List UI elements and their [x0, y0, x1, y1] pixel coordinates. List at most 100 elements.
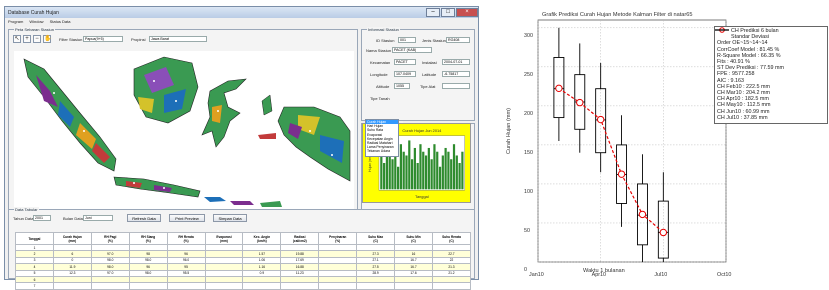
month-select[interactable]: Juni — [83, 215, 113, 221]
tipe-alat-label: Tipe Alat — [420, 84, 436, 89]
mini-bar — [408, 140, 411, 190]
station-id-field[interactable]: 001 — [398, 37, 416, 43]
mini-bar — [441, 155, 444, 190]
mini-bar — [450, 159, 453, 190]
column-header[interactable]: Penyinaran (%) — [318, 232, 358, 245]
mini-bar — [461, 151, 464, 190]
app-window: Database Curah Hujan – □ × Program Windo… — [4, 6, 479, 290]
tipe-tanah-label: Tipe Tanah — [370, 96, 390, 101]
y-tick-label: 250 — [524, 71, 533, 78]
table-cell[interactable] — [52, 282, 92, 290]
mini-chart-title: Curah Hujan Jun 2014 — [402, 128, 442, 133]
station-id-label: ID Stasiun — [376, 38, 395, 43]
print-preview-button[interactable]: Print Preview — [169, 214, 205, 222]
column-header[interactable]: Suhu Min (C) — [394, 232, 433, 245]
kecamatan-field[interactable]: PACET — [394, 59, 416, 65]
prediction-point — [596, 115, 605, 124]
prediction-point — [659, 228, 668, 237]
column-header[interactable]: Kec. Angin (km/h) — [242, 232, 282, 245]
y-tick-label: 150 — [524, 149, 533, 156]
station-info-panel: Informasi Stasiun ID Stasiun 001 Jenis S… — [361, 27, 475, 121]
column-header[interactable]: Suhu Max (C) — [356, 232, 396, 245]
mini-bar — [402, 151, 405, 190]
menu-program[interactable]: Program — [8, 19, 23, 24]
table-cell[interactable] — [204, 282, 244, 290]
refresh-data-button[interactable]: Refresh Data — [127, 214, 161, 222]
mini-bar — [433, 144, 436, 190]
prediction-chart: Grafik Prediksi Curah Hujan Metode Kalma… — [506, 8, 829, 280]
window-title: Database Curah Hujan — [8, 9, 59, 16]
column-header[interactable]: Tanggal — [15, 232, 54, 245]
y-tick-label: 300 — [524, 32, 533, 39]
pan-icon[interactable]: ✋ — [43, 35, 51, 43]
data-type-dropdown[interactable]: Curah Hujan Hari Hujan Suhu Rata Evapora… — [365, 119, 399, 157]
plot-area — [537, 19, 727, 263]
mini-bar — [452, 144, 456, 190]
column-header[interactable]: Suhu Rerata (C) — [431, 232, 472, 245]
dropdown-option[interactable]: Tekanan Udara — [366, 149, 398, 153]
mini-bar — [419, 144, 422, 190]
altitude-field[interactable]: 1055 — [394, 83, 410, 89]
mini-bar — [410, 159, 414, 190]
column-header[interactable]: RH Rerata (%) — [166, 232, 206, 245]
title-bar: Database Curah Hujan – □ × — [5, 7, 478, 18]
column-header[interactable]: RH Pagi (%) — [90, 232, 130, 245]
filter-select[interactable]: Papua(9+5) — [83, 36, 123, 42]
column-header[interactable]: RH Siang (%) — [128, 232, 168, 245]
zoom-in-icon[interactable]: + — [23, 35, 31, 43]
mini-bar — [385, 151, 389, 190]
data-table-title: Data Tabular — [14, 207, 39, 212]
save-data-button[interactable]: Simpan Data — [213, 214, 247, 222]
mini-bar — [397, 166, 400, 190]
table-row[interactable]: 7 — [15, 282, 472, 290]
tipe-alat-field[interactable] — [442, 83, 470, 89]
close-button[interactable]: × — [456, 8, 478, 17]
province-select[interactable]: Jawa Barat — [149, 36, 207, 42]
cursor-icon[interactable]: ↖ — [13, 35, 21, 43]
menu-window[interactable]: Window — [29, 19, 43, 24]
instalasi-label: Instalasi — [422, 60, 437, 65]
x-tick-label: Jan10 — [529, 272, 544, 278]
menu-status-data[interactable]: Status Data — [50, 19, 71, 24]
month-label: Bulan Data — [63, 216, 83, 221]
latitude-field[interactable]: -6.75817 — [442, 71, 470, 77]
mini-bar — [424, 155, 428, 190]
menu-bar: Program Window Status Data — [5, 18, 478, 25]
chart-legend: CH Prediksi 6 bulan Standar Deviasi Orde… — [714, 26, 828, 124]
kecamatan-label: Kecamatan — [370, 60, 391, 65]
table-cell[interactable] — [242, 282, 282, 290]
mini-bar — [380, 155, 383, 190]
x-tick-label: Jul10 — [654, 272, 668, 278]
map-panel: Peta Sebaran Stasiun ↖ + − ✋ Filter Stas… — [8, 27, 358, 226]
indonesia-map[interactable] — [14, 51, 354, 226]
table-cell[interactable]: 7 — [15, 282, 54, 290]
longitude-field[interactable]: 107.0409 — [394, 71, 416, 77]
table-cell[interactable] — [356, 282, 396, 290]
instalasi-field[interactable]: 2004-07-01 — [442, 59, 470, 65]
table-cell[interactable] — [90, 282, 130, 290]
column-header[interactable]: Radiasi (cal/cm2) — [280, 232, 320, 245]
mini-bar — [455, 155, 458, 190]
zoom-out-icon[interactable]: − — [33, 35, 41, 43]
table-cell[interactable] — [431, 282, 472, 290]
mini-bar — [436, 151, 439, 190]
table-cell[interactable] — [318, 282, 358, 290]
column-header[interactable]: Evaporasi (mm) — [204, 232, 244, 245]
table-cell[interactable] — [280, 282, 320, 290]
station-type-label: Jenis Stasiun — [422, 38, 446, 43]
legend-entry: CH Jul10 : 37.85 mm — [717, 114, 768, 121]
station-name-field[interactable]: PACET (KAB) — [392, 47, 432, 53]
column-header[interactable]: Curah Hujan (mm) — [52, 232, 92, 245]
mini-bar — [422, 151, 425, 190]
maximize-button[interactable]: □ — [441, 8, 455, 17]
station-type-field[interactable]: RG408 — [446, 37, 470, 43]
altitude-label: Altitude — [376, 84, 390, 89]
table-cell[interactable] — [394, 282, 433, 290]
minimize-button[interactable]: – — [426, 8, 440, 17]
legend-label: Standar Deviasi — [731, 34, 770, 41]
table-cell[interactable] — [128, 282, 168, 290]
prediction-point — [617, 170, 626, 178]
prediction-point — [555, 84, 563, 93]
year-select[interactable]: 2001 — [33, 215, 51, 221]
table-cell[interactable] — [166, 282, 206, 290]
